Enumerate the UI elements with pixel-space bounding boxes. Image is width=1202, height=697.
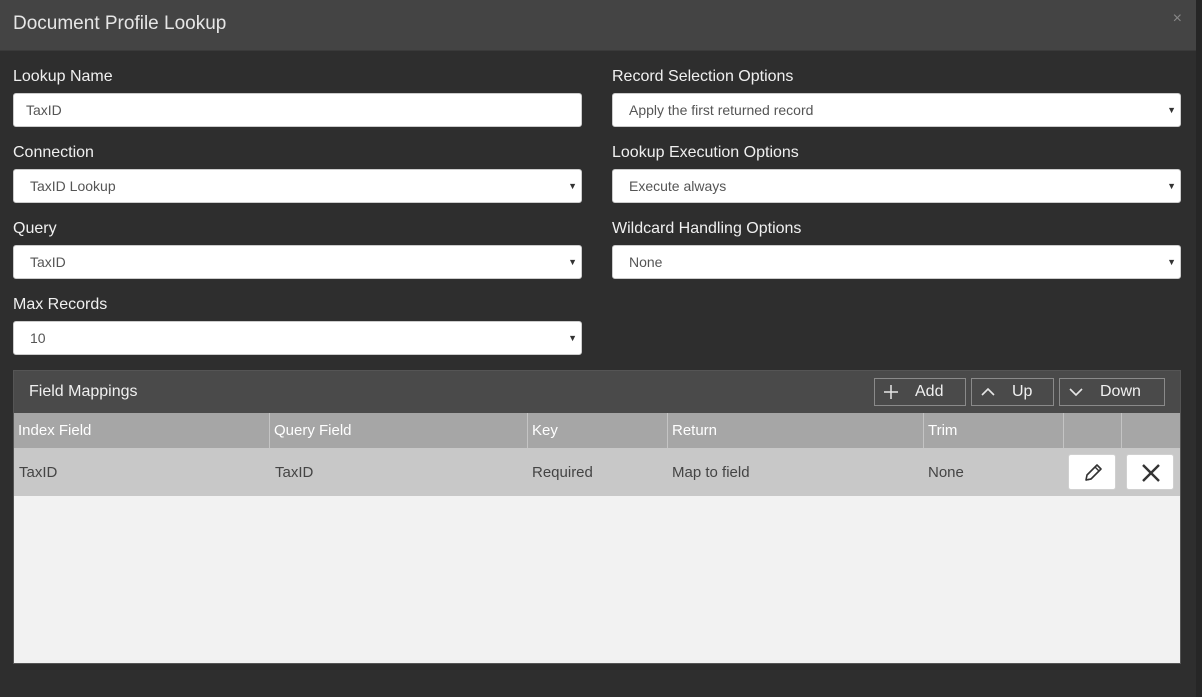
column-header-edit — [1064, 413, 1122, 448]
chevron-down-icon: ▼ — [1167, 257, 1176, 267]
max-records-label: Max Records — [13, 296, 108, 313]
add-label: Add — [915, 383, 944, 400]
field-mappings-title: Field Mappings — [29, 383, 138, 400]
pencil-icon — [1085, 464, 1102, 481]
edit-button[interactable] — [1068, 454, 1116, 490]
column-header-return[interactable]: Return — [668, 413, 924, 448]
chevron-down-icon — [1069, 388, 1083, 397]
cell-trim: None — [928, 464, 964, 481]
chevron-down-icon: ▼ — [568, 257, 577, 267]
chevron-down-icon: ▼ — [568, 181, 577, 191]
lookup-execution-label: Lookup Execution Options — [612, 144, 799, 161]
cell-index-field: TaxID — [19, 464, 58, 481]
plus-icon — [884, 385, 898, 399]
lookup-dialog: Document Profile Lookup × Lookup Name Ta… — [0, 0, 1202, 697]
record-selection-value: Apply the first returned record — [629, 102, 814, 118]
close-icon[interactable]: × — [1173, 10, 1182, 28]
lookup-name-input[interactable]: TaxID — [13, 93, 582, 127]
max-records-select[interactable]: 10 ▼ — [13, 321, 582, 355]
lookup-execution-value: Execute always — [629, 178, 727, 194]
x-icon — [1142, 464, 1160, 482]
dialog-title: Document Profile Lookup — [13, 13, 227, 34]
cell-key: Required — [532, 464, 593, 481]
chevron-down-icon: ▼ — [1167, 181, 1176, 191]
connection-value: TaxID Lookup — [30, 178, 116, 194]
record-selection-select[interactable]: Apply the first returned record ▼ — [612, 93, 1181, 127]
delete-button[interactable] — [1126, 454, 1174, 490]
chevron-down-icon: ▼ — [568, 333, 577, 343]
down-button[interactable]: Down — [1059, 378, 1165, 406]
column-header-index-field[interactable]: Index Field — [14, 413, 270, 448]
down-label: Down — [1100, 383, 1141, 400]
up-label: Up — [1012, 383, 1033, 400]
chevron-down-icon: ▼ — [1167, 105, 1176, 115]
wildcard-handling-value: None — [629, 254, 663, 270]
column-header-delete — [1122, 413, 1180, 448]
field-mappings-panel: Field Mappings Add Up Down Index Field Q… — [13, 370, 1181, 664]
query-label: Query — [13, 220, 57, 237]
max-records-value: 10 — [30, 330, 46, 346]
table-row[interactable]: TaxID TaxID Required Map to field None — [14, 448, 1180, 496]
chevron-up-icon — [981, 387, 995, 396]
dialog-header: Document Profile Lookup × — [0, 0, 1196, 51]
column-header-query-field[interactable]: Query Field — [270, 413, 528, 448]
cell-query-field: TaxID — [275, 464, 314, 481]
column-header-key[interactable]: Key — [528, 413, 668, 448]
query-select[interactable]: TaxID ▼ — [13, 245, 582, 279]
lookup-execution-select[interactable]: Execute always ▼ — [612, 169, 1181, 203]
up-button[interactable]: Up — [971, 378, 1054, 406]
record-selection-label: Record Selection Options — [612, 68, 794, 85]
wildcard-handling-label: Wildcard Handling Options — [612, 220, 802, 237]
add-button[interactable]: Add — [874, 378, 966, 406]
wildcard-handling-select[interactable]: None ▼ — [612, 245, 1181, 279]
connection-select[interactable]: TaxID Lookup ▼ — [13, 169, 582, 203]
window-edge — [1196, 0, 1202, 697]
column-header-trim[interactable]: Trim — [924, 413, 1064, 448]
grid-header: Index Field Query Field Key Return Trim — [14, 413, 1180, 448]
connection-label: Connection — [13, 144, 94, 161]
query-value: TaxID — [30, 254, 66, 270]
field-mappings-header: Field Mappings Add Up Down — [14, 371, 1180, 413]
cell-return: Map to field — [672, 464, 750, 481]
lookup-name-label: Lookup Name — [13, 68, 113, 85]
